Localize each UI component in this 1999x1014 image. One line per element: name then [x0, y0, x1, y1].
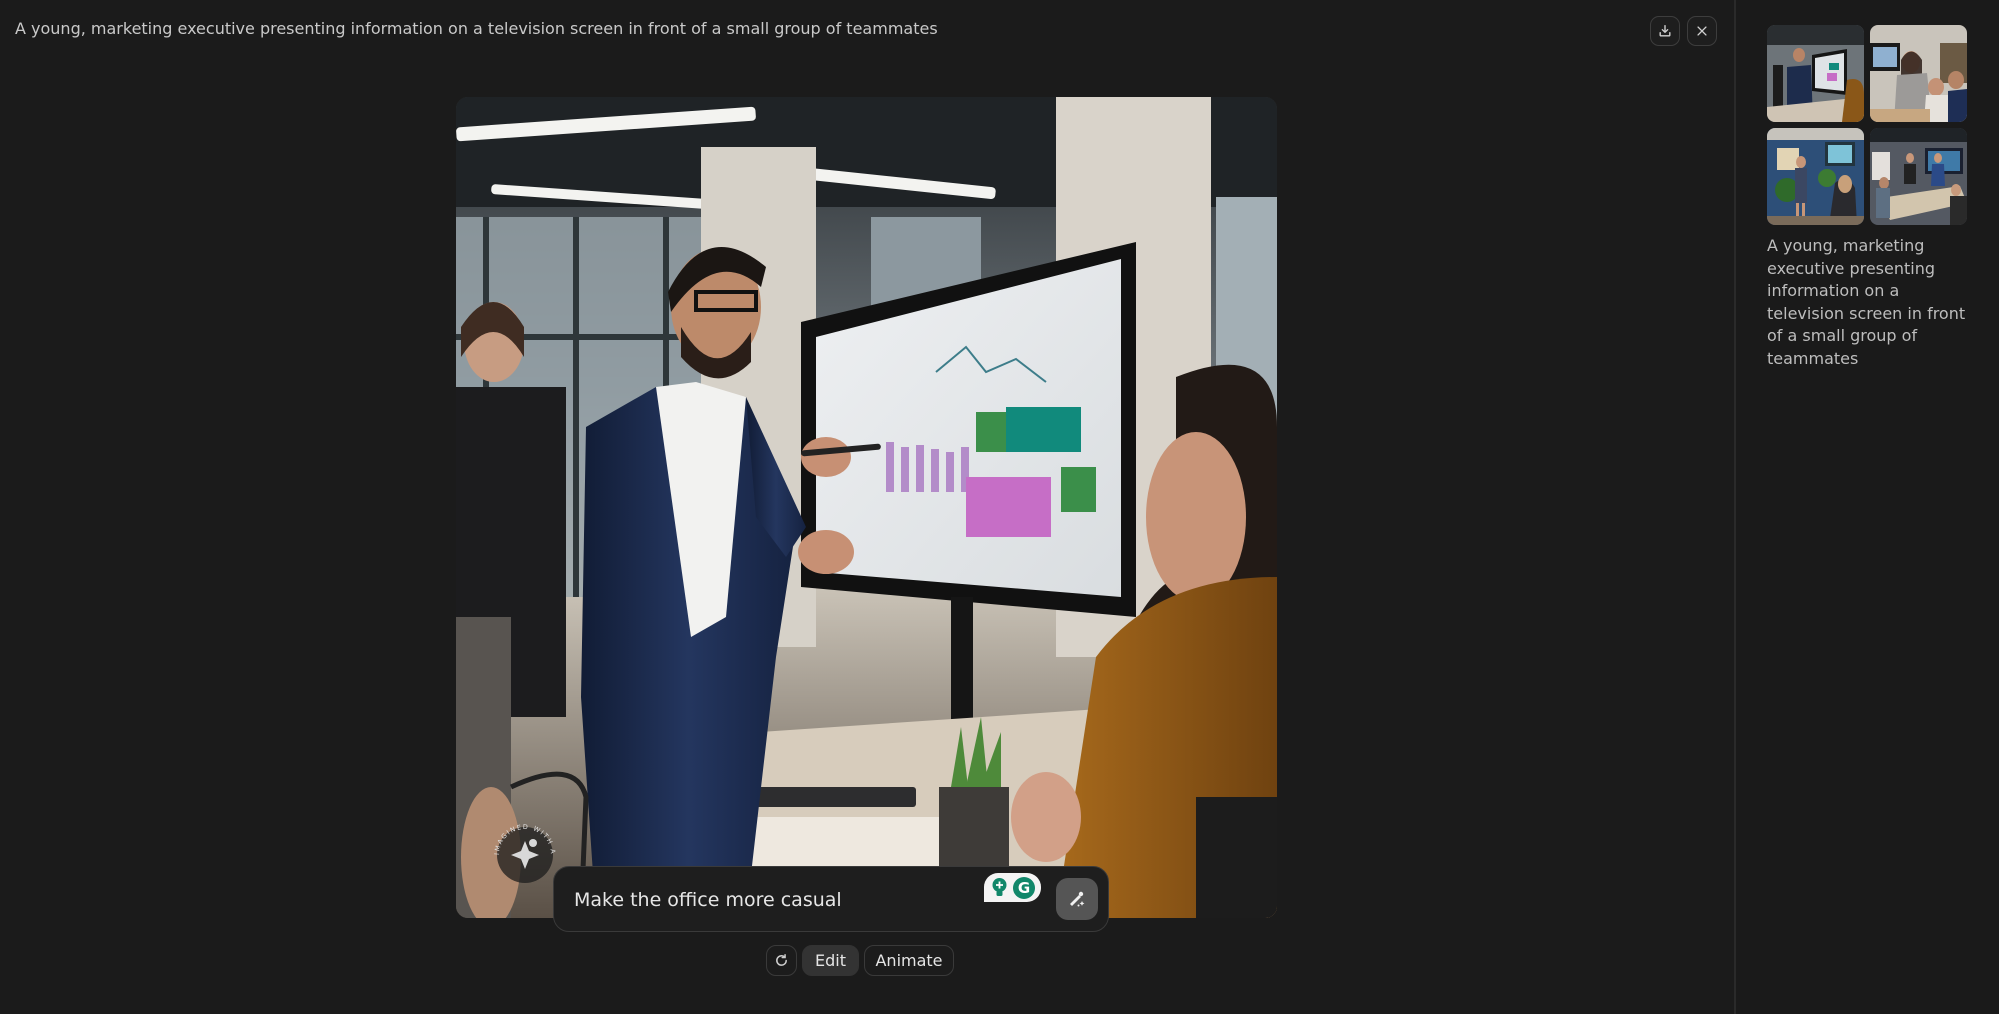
generated-image[interactable] — [456, 97, 1277, 918]
thumbnail-3[interactable] — [1767, 128, 1864, 225]
download-icon — [1659, 25, 1671, 37]
lightbulb-icon[interactable] — [990, 877, 1009, 898]
submit-edit-button[interactable] — [1056, 878, 1098, 920]
office-scene-image — [456, 97, 1277, 918]
image-title: A young, marketing executive presenting … — [15, 19, 938, 38]
magic-wand-icon — [1070, 891, 1085, 907]
refresh-icon — [776, 953, 787, 966]
close-icon — [1697, 26, 1707, 36]
variations-panel: A young, marketing executive presenting … — [1736, 0, 1999, 1014]
thumbnail-grid — [1767, 25, 1967, 225]
download-button[interactable] — [1650, 16, 1680, 46]
animate-button[interactable]: Animate — [864, 945, 954, 976]
prompt-box: G — [553, 866, 1109, 932]
regenerate-button[interactable] — [766, 945, 797, 976]
grammarly-widget[interactable]: G — [984, 873, 1041, 902]
image-actions: Edit Animate — [766, 945, 954, 976]
image-caption: A young, marketing executive presenting … — [1767, 236, 1966, 368]
thumbnail-2[interactable] — [1870, 25, 1967, 122]
grammarly-icon[interactable]: G — [1013, 876, 1035, 899]
thumbnail-4[interactable] — [1870, 128, 1967, 225]
edit-button[interactable]: Edit — [802, 945, 859, 976]
prompt-input[interactable] — [574, 887, 974, 913]
thumbnail-1[interactable] — [1767, 25, 1864, 122]
image-viewer: A young, marketing executive presenting … — [0, 0, 1734, 1014]
close-button[interactable] — [1687, 16, 1717, 46]
